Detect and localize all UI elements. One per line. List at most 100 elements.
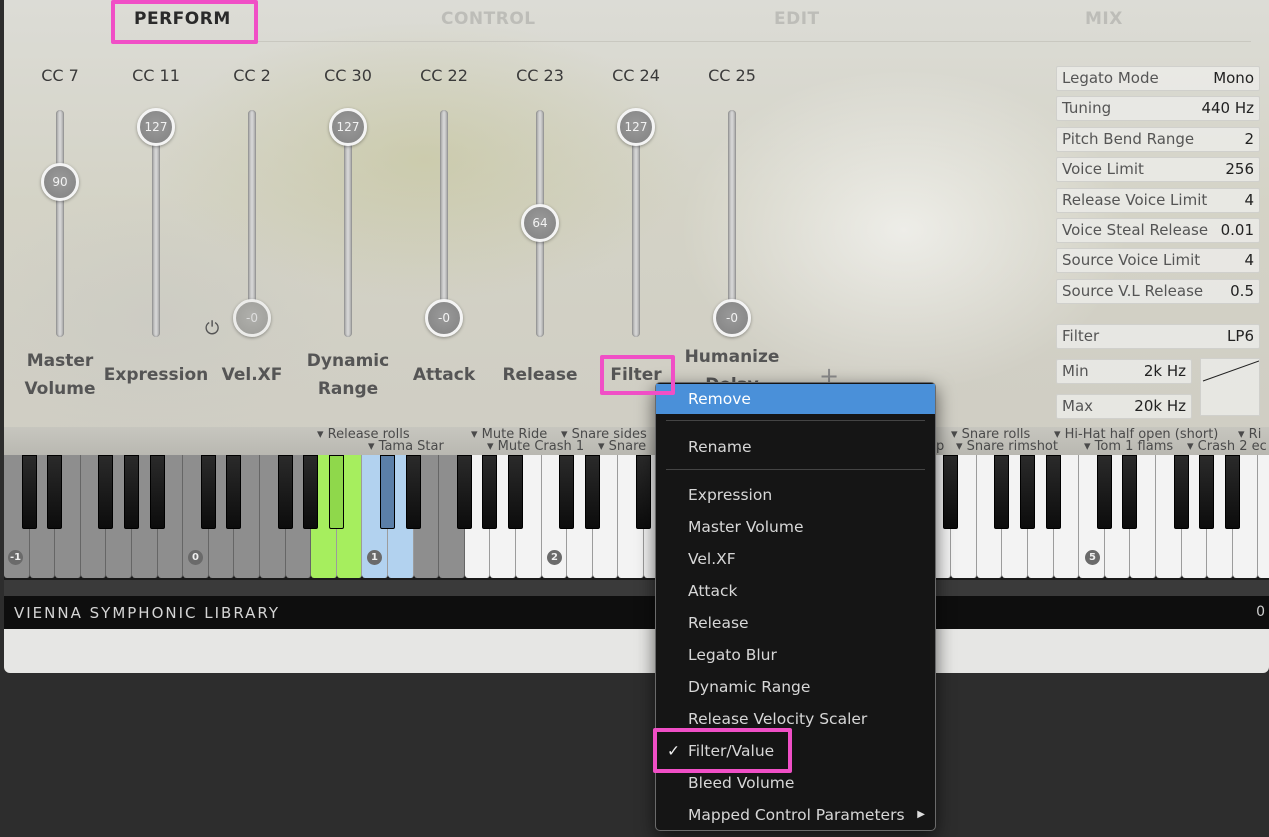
fader-name[interactable]: Vel.XF (197, 361, 307, 389)
menu-item[interactable]: Vel.XF (656, 544, 935, 574)
black-key[interactable] (1045, 455, 1061, 529)
menu-item[interactable]: ✓ Filter/Value (656, 736, 935, 766)
menu-item[interactable]: Master Volume (656, 512, 935, 542)
black-key[interactable] (994, 455, 1010, 529)
fader-knob[interactable]: 127 (617, 108, 655, 146)
filter-min-field[interactable]: Min 2k Hz (1056, 359, 1192, 384)
black-key[interactable] (149, 455, 165, 529)
filter-type-value: LP6 (1227, 327, 1254, 345)
octave-marker: 0 (188, 550, 203, 565)
param-row[interactable]: Source Voice Limit 4 (1056, 248, 1260, 274)
menu-item-label: Bleed Volume (688, 774, 795, 792)
menu-item[interactable]: Mapped Control Parameters ▶ (656, 800, 935, 830)
fader-knob[interactable]: -0 (713, 299, 751, 337)
black-key[interactable] (1096, 455, 1112, 529)
menu-item[interactable]: Release (656, 608, 935, 638)
tab-control[interactable]: CONTROL (441, 9, 536, 29)
fader-track[interactable] (56, 110, 64, 337)
black-key[interactable] (943, 455, 959, 529)
octave-marker: -1 (8, 550, 23, 565)
tab-edit[interactable]: EDIT (774, 9, 820, 29)
param-label: Release Voice Limit (1062, 190, 1208, 209)
filter-type-field[interactable]: Filter LP6 (1056, 324, 1260, 349)
octave-marker: 1 (367, 550, 382, 565)
fader-knob[interactable]: -0 (233, 299, 271, 337)
cc-label: CC 2 (233, 66, 271, 85)
fader-knob[interactable]: 127 (329, 108, 367, 146)
param-value: Mono (1213, 69, 1254, 87)
fader-knob[interactable]: -0 (425, 299, 463, 337)
fader-name-line: Release (502, 365, 578, 385)
menu-item-rename[interactable]: Rename (656, 432, 935, 462)
keyboard-scrollbar[interactable] (4, 580, 1269, 596)
black-key[interactable] (456, 455, 472, 529)
key-label: ▾ Tom 1 flams (1084, 439, 1174, 454)
black-key[interactable] (124, 455, 139, 529)
cc-label: CC 11 (132, 66, 180, 85)
param-row[interactable]: Voice Steal Release 0.01 (1056, 218, 1260, 243)
black-key[interactable] (47, 455, 63, 529)
fader-name[interactable]: Release (485, 361, 595, 389)
black-key[interactable] (1020, 455, 1035, 529)
black-key[interactable] (303, 455, 319, 529)
piano-keyboard[interactable]: -1 0 1 2 5 (4, 455, 1269, 580)
menu-item-remove[interactable]: Remove (656, 384, 935, 414)
param-row[interactable]: Tuning 440 Hz (1056, 96, 1260, 122)
footer-bar: VIENNA SYMPHONIC LIBRARY 0 (4, 596, 1269, 629)
key-label: ▾ Crash 2 ec (1187, 439, 1267, 454)
param-value: 4 (1244, 251, 1254, 270)
black-key[interactable] (636, 455, 651, 529)
menu-item[interactable]: Bleed Volume (656, 768, 935, 798)
power-icon[interactable]: ⏻ (205, 318, 223, 339)
black-key[interactable] (226, 455, 242, 529)
menu-item[interactable]: Legato Blur (656, 640, 935, 670)
black-key[interactable] (559, 455, 575, 529)
black-key[interactable] (1224, 455, 1240, 529)
param-label: Source Voice Limit (1062, 251, 1201, 270)
fader-knob[interactable]: 127 (137, 108, 175, 146)
cc-label: CC 30 (324, 66, 372, 85)
fader-name[interactable]: Master Volume (5, 347, 115, 403)
param-row[interactable]: Pitch Bend Range 2 (1056, 126, 1260, 152)
black-key[interactable] (482, 455, 498, 529)
black-key[interactable] (1199, 455, 1215, 529)
tab-perform[interactable]: PERFORM (134, 9, 231, 29)
param-row[interactable]: Source V.L Release 0.5 (1056, 278, 1260, 304)
menu-item-label: Vel.XF (688, 550, 736, 568)
menu-item[interactable]: Attack (656, 576, 935, 606)
param-value: 440 Hz (1201, 99, 1254, 118)
param-row[interactable]: Release Voice Limit 4 (1056, 187, 1260, 213)
param-label: Pitch Bend Range (1062, 129, 1195, 148)
menu-item[interactable]: Release Velocity Scaler (656, 704, 935, 734)
black-key[interactable] (200, 455, 216, 529)
black-key[interactable] (328, 455, 344, 529)
filter-curve-icon (1202, 360, 1260, 382)
black-key[interactable] (277, 455, 293, 529)
fader-knob[interactable]: 90 (41, 163, 79, 202)
param-row[interactable]: Legato Mode Mono (1056, 66, 1260, 91)
octave-marker: 2 (547, 550, 562, 565)
fader-knob[interactable]: 64 (521, 203, 559, 242)
black-key[interactable] (405, 455, 421, 529)
tab-mix[interactable]: MIX (1085, 9, 1123, 29)
white-key[interactable] (1258, 455, 1269, 578)
menu-item[interactable]: Expression (656, 480, 935, 510)
perform-panel: PERFORM CONTROL EDIT MIX CC 7 90 Master Vol… (4, 0, 1269, 455)
fader-name[interactable]: Attack (389, 361, 499, 389)
black-key[interactable] (584, 455, 600, 529)
black-key[interactable] (98, 455, 114, 529)
menu-item[interactable]: Dynamic Range (656, 672, 935, 702)
filter-max-field[interactable]: Max 20k Hz (1056, 394, 1192, 419)
fader-name[interactable]: Expression (101, 361, 211, 389)
fader-name-line: Humanize (684, 347, 780, 367)
cc-label: CC 22 (420, 66, 468, 85)
fader-name[interactable]: Dynamic Range (293, 347, 403, 403)
param-row[interactable]: Voice Limit 256 (1056, 157, 1260, 183)
black-key[interactable] (380, 455, 395, 529)
cc-label: CC 23 (516, 66, 564, 85)
black-key[interactable] (508, 455, 523, 529)
black-key[interactable] (21, 455, 37, 529)
filter-max-label: Max (1062, 397, 1094, 415)
black-key[interactable] (1173, 455, 1189, 529)
black-key[interactable] (1122, 455, 1138, 529)
